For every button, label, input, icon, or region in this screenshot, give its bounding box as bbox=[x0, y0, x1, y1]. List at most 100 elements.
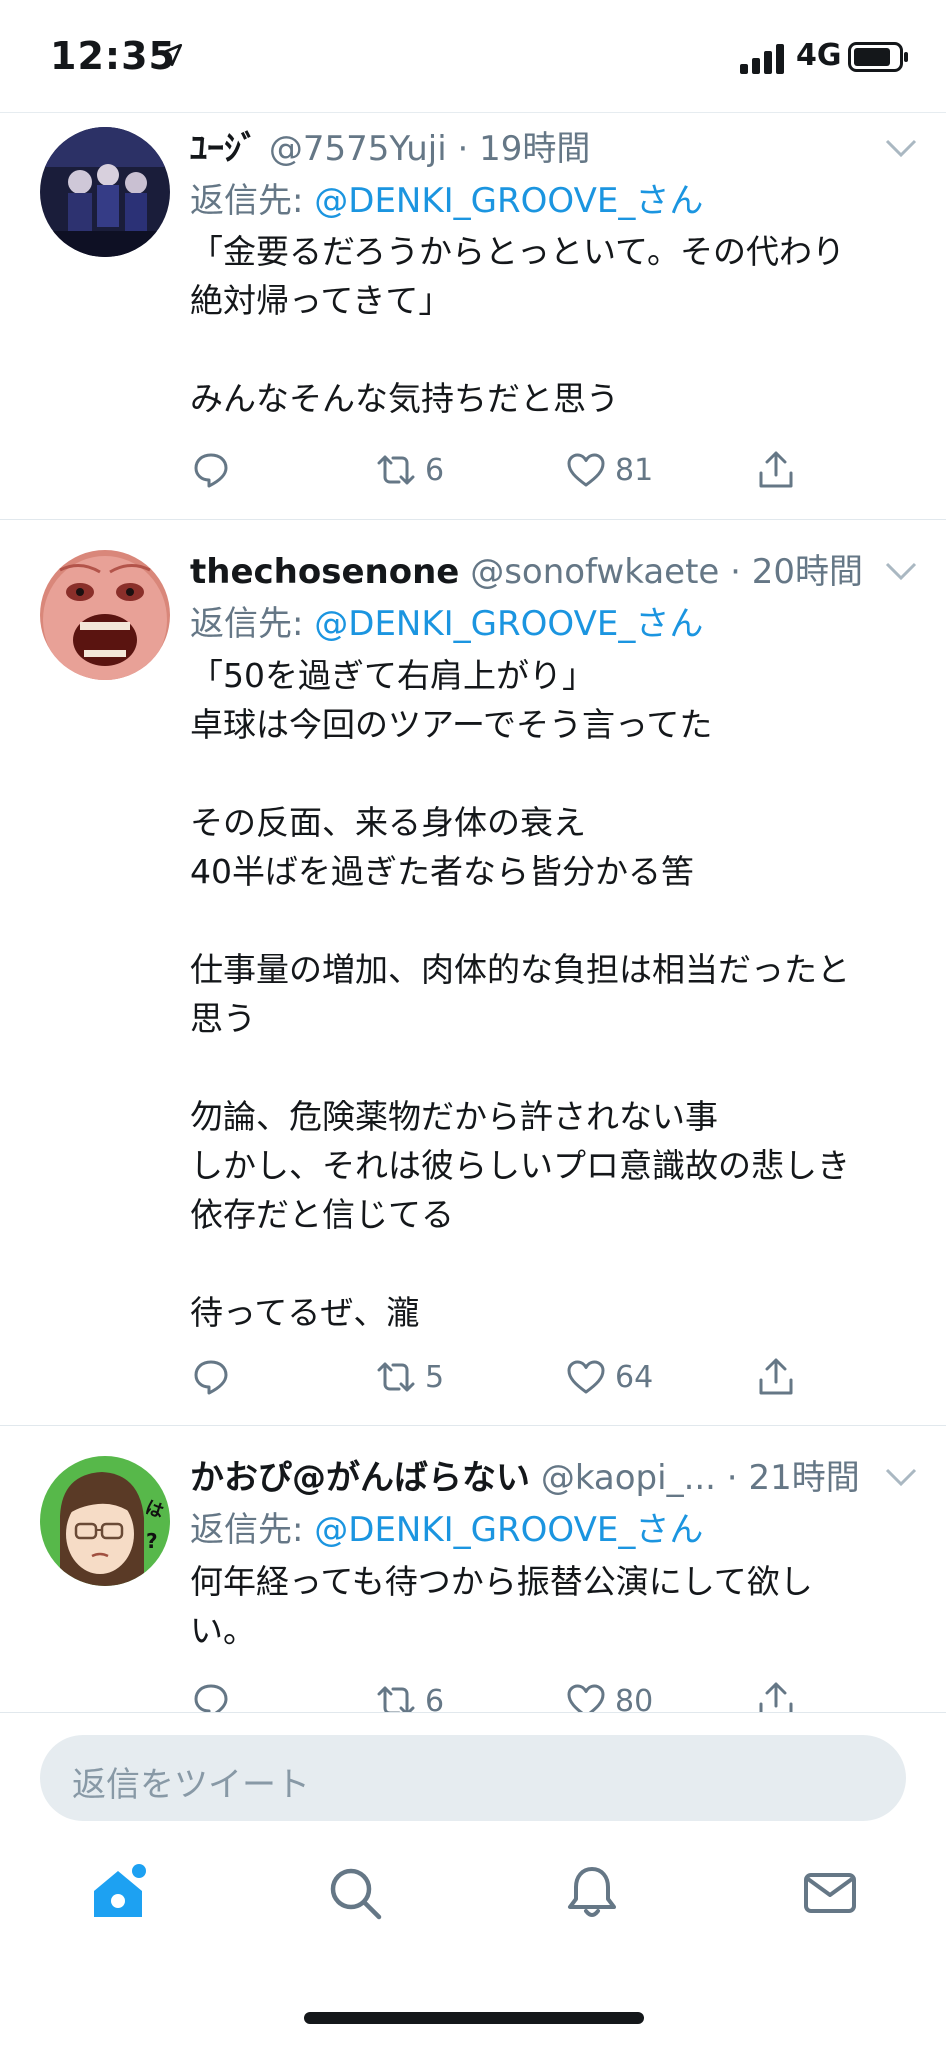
bottom-panel: 返信をツイート bbox=[0, 1712, 946, 2049]
home-indicator[interactable] bbox=[304, 2012, 644, 2024]
like-count: 64 bbox=[615, 1359, 654, 1395]
like-icon bbox=[567, 453, 605, 487]
bell-icon[interactable] bbox=[562, 1863, 622, 1923]
tweet-text-line: 何年経っても待つから振替公演にして欲し bbox=[190, 1562, 813, 1601]
retweet-button[interactable]: 6 bbox=[375, 1680, 444, 1712]
search-icon[interactable] bbox=[325, 1863, 385, 1923]
composer-placeholder: 返信をツイート bbox=[72, 1765, 310, 1805]
concert-photo-avatar bbox=[40, 127, 170, 257]
tweet-actions: 5 64 bbox=[190, 1356, 830, 1406]
illustrated-avatar: は ? bbox=[40, 1456, 170, 1586]
tweet-text-line: しかし、それは彼らしいプロ意識故の悲しき bbox=[190, 1146, 850, 1185]
retweet-icon bbox=[377, 1686, 415, 1712]
tweet-time-sep: · bbox=[719, 552, 752, 592]
chevron-down-icon[interactable] bbox=[884, 560, 918, 582]
tweet-text-line: その反面、来る身体の衰え bbox=[190, 803, 586, 842]
display-name[interactable]: ﾕｰｼﾞ bbox=[190, 129, 258, 169]
share-button[interactable] bbox=[755, 449, 805, 491]
avatar[interactable] bbox=[40, 127, 170, 257]
chevron-down-icon[interactable] bbox=[884, 1466, 918, 1488]
reply-to-line: 返信先: @DENKI_GROOVE_さん bbox=[190, 1502, 703, 1551]
reply-icon bbox=[194, 453, 228, 488]
tab-bar bbox=[0, 1863, 946, 1973]
tweet-time: 20時間 bbox=[751, 552, 864, 592]
tweet-header: thechosenone @sonofwkaete · 20時間 bbox=[190, 544, 876, 593]
like-icon bbox=[567, 1360, 605, 1394]
network-label: 4G bbox=[796, 38, 842, 73]
like-count: 81 bbox=[615, 452, 654, 488]
reply-to-line: 返信先: @DENKI_GROOVE_さん bbox=[190, 596, 703, 645]
tweet-text: 何年経っても待つから振替公演にして欲し い。 bbox=[190, 1557, 910, 1655]
chevron-down-icon[interactable] bbox=[884, 137, 918, 159]
reply-button[interactable] bbox=[190, 1680, 240, 1712]
battery-icon bbox=[848, 42, 908, 72]
tweet[interactable]: ﾕｰｼﾞ @7575Yuji · 19時間 返信先: @DENKI_GROOVE… bbox=[0, 113, 946, 520]
reply-composer-input[interactable]: 返信をツイート bbox=[40, 1735, 906, 1821]
reply-icon bbox=[194, 1684, 228, 1712]
reply-button[interactable] bbox=[190, 1356, 240, 1398]
tweet-text-line: 仕事量の増加、肉体的な負担は相当だったと bbox=[190, 950, 850, 989]
reply-to-mention[interactable]: @DENKI_GROOVE_さん bbox=[314, 181, 703, 221]
reply-to-line: 返信先: @DENKI_GROOVE_さん bbox=[190, 173, 703, 222]
tweet-actions: 6 80 bbox=[190, 1680, 830, 1712]
like-button[interactable]: 64 bbox=[565, 1356, 653, 1398]
reply-to-mention[interactable]: @DENKI_GROOVE_さん bbox=[314, 1510, 703, 1550]
share-icon bbox=[759, 451, 793, 488]
tweet-text-line: 「50を過ぎて右肩上がり」 bbox=[190, 656, 595, 695]
tweet-time: 19時間 bbox=[479, 129, 591, 169]
tweet[interactable]: thechosenone @sonofwkaete · 20時間 返信先: @D… bbox=[0, 520, 946, 1426]
tweet[interactable]: は ? かおぴ@がんばらない @kaopi_... · 21時間 返信先: @D… bbox=[0, 1426, 946, 1712]
tweet-text: 「金要るだろうからとっといて。その代わり 絶対帰ってきて」 みんなそんな気持ちだ… bbox=[190, 227, 910, 423]
tweet-header: かおぴ@がんばらない @kaopi_... · 21時間 bbox=[190, 1450, 876, 1499]
retweet-button[interactable]: 5 bbox=[375, 1356, 444, 1398]
share-icon bbox=[759, 1358, 793, 1395]
reply-to-label: 返信先: bbox=[190, 1510, 315, 1550]
retweet-icon bbox=[377, 1362, 415, 1392]
share-icon bbox=[759, 1682, 793, 1712]
avatar[interactable]: は ? bbox=[40, 1456, 170, 1586]
retweet-count: 5 bbox=[425, 1359, 445, 1395]
user-handle[interactable]: @sonofwkaete bbox=[470, 552, 719, 592]
like-icon bbox=[567, 1684, 605, 1712]
tweet-text: 「50を過ぎて右肩上がり」 卓球は今回のツアーでそう言ってた その反面、来る身体… bbox=[190, 651, 910, 1337]
album-art-avatar bbox=[40, 550, 170, 680]
retweet-button[interactable]: 6 bbox=[375, 449, 444, 491]
mail-icon[interactable] bbox=[800, 1863, 860, 1923]
tweet-text-line: 卓球は今回のツアーでそう言ってた bbox=[190, 705, 713, 744]
tweet-text-line: みんなそんな気持ちだと思う bbox=[190, 379, 619, 418]
home-notification-dot bbox=[132, 1864, 146, 1878]
like-count: 80 bbox=[615, 1683, 654, 1713]
tweet-text-line: 絶対帰ってきて」 bbox=[190, 281, 452, 320]
retweet-count: 6 bbox=[425, 1683, 445, 1713]
retweet-count: 6 bbox=[425, 452, 445, 488]
tweet-text-line: 思う bbox=[190, 999, 256, 1038]
like-button[interactable]: 80 bbox=[565, 1680, 653, 1712]
svg-text:?: ? bbox=[146, 1529, 158, 1553]
like-button[interactable]: 81 bbox=[565, 449, 653, 491]
reply-to-label: 返信先: bbox=[190, 604, 315, 644]
tweet-time-sep: · bbox=[446, 129, 480, 169]
tweet-actions: 6 81 bbox=[190, 449, 830, 499]
avatar[interactable] bbox=[40, 550, 170, 680]
tweet-text-line: 「金要るだろうからとっといて。その代わり bbox=[190, 232, 846, 271]
tweet-text-line: 待ってるぜ、瀧 bbox=[190, 1293, 420, 1332]
display-name[interactable]: かおぴ@がんばらない bbox=[190, 1458, 530, 1498]
tweet-header: ﾕｰｼﾞ @7575Yuji · 19時間 bbox=[190, 121, 876, 170]
share-button[interactable] bbox=[755, 1356, 805, 1398]
user-handle[interactable]: @7575Yuji bbox=[269, 129, 447, 169]
reply-to-label: 返信先: bbox=[190, 181, 315, 221]
display-name[interactable]: thechosenone bbox=[190, 552, 459, 592]
tweet-text-line: 依存だと信じてる bbox=[190, 1195, 454, 1234]
tweet-text-line: 40半ばを過ぎた者なら皆分かる筈 bbox=[190, 852, 694, 891]
status-bar: 12:35 4G bbox=[0, 0, 946, 113]
reply-to-mention[interactable]: @DENKI_GROOVE_さん bbox=[314, 604, 703, 644]
tweet-text-line: 勿論、危険薬物だから許されない事 bbox=[190, 1097, 718, 1136]
share-button[interactable] bbox=[755, 1680, 805, 1712]
tweet-time-sep: · bbox=[716, 1458, 749, 1498]
location-arrow-icon bbox=[159, 43, 183, 67]
reply-button[interactable] bbox=[190, 449, 240, 491]
reply-icon bbox=[194, 1360, 228, 1395]
signal-icon bbox=[740, 44, 784, 74]
tweet-text-line: い。 bbox=[190, 1611, 256, 1650]
user-handle[interactable]: @kaopi_... bbox=[541, 1458, 716, 1498]
